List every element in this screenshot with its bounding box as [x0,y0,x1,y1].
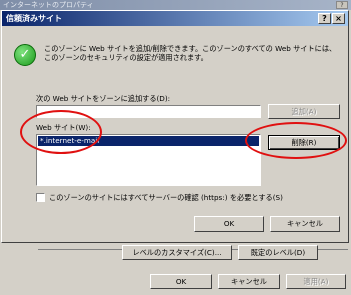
add-site-label: 次の Web サイトをゾーンに追加する(D): [36,94,171,103]
close-button[interactable]: × [332,13,345,24]
outer-ok-button[interactable]: OK [150,274,212,289]
https-required-label: このゾーンのサイトにはすべてサーバーの確認 (https:) を必要とする(S) [49,193,283,202]
cancel-button[interactable]: キャンセル [270,216,340,232]
remove-button[interactable]: 削除(R) [268,135,340,150]
help-button[interactable]: ? [318,13,331,24]
outer-help-button[interactable]: ? [336,1,348,9]
list-item[interactable]: *.internet-e-mail [38,136,259,146]
add-site-input[interactable] [36,105,261,118]
add-button[interactable]: 追加(A) [268,104,340,119]
outer-cancel-button[interactable]: キャンセル [218,274,280,289]
apply-button[interactable]: 適用(A) [286,274,346,289]
checkmark-icon: ✓ [14,44,36,66]
ok-button[interactable]: OK [194,216,264,232]
internet-properties-window: インターネットのプロパティ ? 信頼済みサイト ? × ✓ このゾーンに Web… [0,0,351,295]
zone-info-text: このゾーンに Web サイトを追加/削除できます。このゾーンのすべての Web … [44,44,337,62]
outer-window-title: インターネットのプロパティ [0,0,351,10]
internet-properties-footer: レベルのカスタマイズ(C)... 既定のレベル(D) OK キャンセル 適用(A… [0,243,351,295]
dialog-title: 信頼済みサイト ? × [2,11,348,26]
https-required-checkbox[interactable] [36,193,45,202]
websites-list[interactable]: *.internet-e-mail [36,134,261,186]
default-level-button[interactable]: 既定のレベル(D) [238,245,318,260]
dialog-title-text: 信頼済みサイト [6,14,62,23]
custom-level-button[interactable]: レベルのカスタマイズ(C)... [122,245,232,260]
trusted-sites-dialog: 信頼済みサイト ? × ✓ このゾーンに Web サイトを追加/削除できます。こ… [1,10,349,243]
websites-label: Web サイト(W): [36,123,91,132]
